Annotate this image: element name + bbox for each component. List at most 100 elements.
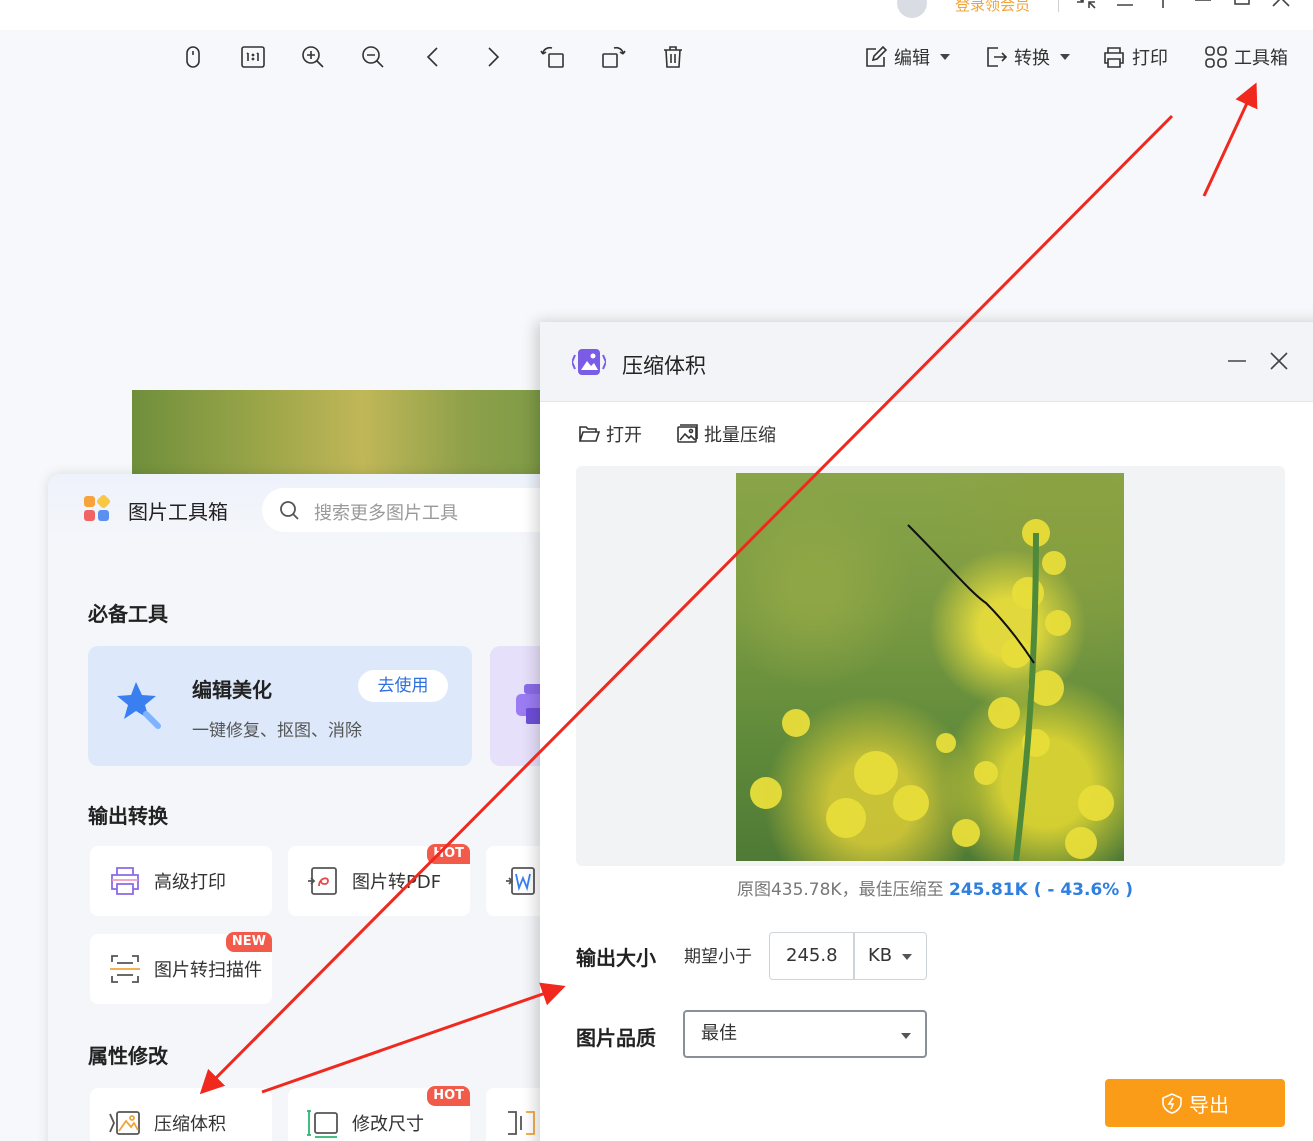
- compress-dialog: 压缩体积 打开 批量压缩 原图435.78K，最佳压缩至 245.81K (-…: [540, 322, 1313, 1141]
- close-icon[interactable]: [1268, 350, 1290, 372]
- section-output-title: 输出转换: [88, 804, 168, 828]
- export-label: 导出: [1189, 1092, 1229, 1117]
- chevron-down-icon: [1060, 54, 1070, 60]
- word-icon: [504, 864, 538, 898]
- convert-icon: [987, 47, 1008, 67]
- resize-icon: [306, 1106, 340, 1140]
- user-avatar[interactable]: [897, 0, 927, 18]
- tool-label: 图片转PDF: [352, 872, 442, 893]
- expect-less-than-label: 期望小于: [684, 947, 752, 967]
- zoom-out-icon[interactable]: [358, 42, 388, 72]
- menu-icon[interactable]: [1114, 0, 1136, 14]
- original-size-text: 原图435.78K，最佳压缩至: [736, 880, 944, 900]
- tool-label: 压缩体积: [154, 1114, 226, 1135]
- resize-tool[interactable]: HOT 修改尺寸: [288, 1086, 470, 1141]
- unit-value: KB: [868, 945, 893, 966]
- close-icon[interactable]: [1270, 0, 1292, 14]
- new-badge: NEW: [225, 932, 272, 952]
- search-placeholder: 搜索更多图片工具: [314, 503, 458, 524]
- magic-wand-icon: [117, 682, 161, 729]
- next-icon[interactable]: [478, 42, 508, 72]
- unit-select[interactable]: KB: [853, 932, 927, 980]
- convert-menu-label: 转换: [1014, 48, 1050, 69]
- tool-label: 修改尺寸: [352, 1114, 424, 1135]
- mouse-icon[interactable]: [178, 42, 208, 72]
- scanner-icon: [108, 952, 142, 986]
- advanced-print-tool[interactable]: 高级打印: [90, 846, 272, 916]
- minimize-icon[interactable]: [1192, 0, 1214, 14]
- toolbox-title: 图片工具箱: [128, 500, 228, 524]
- image-toolbox-panel: 图片工具箱 搜索更多图片工具 必备工具 编辑美化 一键修复、抠图、消除 去使用 …: [48, 474, 548, 1141]
- compressed-size-text: 245.81K ( - 43.6% ): [949, 880, 1134, 900]
- convert-menu-button[interactable]: 转换: [984, 43, 1070, 71]
- edit-menu-label: 编辑: [894, 48, 930, 69]
- chevron-down-icon: [902, 954, 912, 960]
- compress-icon: [108, 1106, 142, 1140]
- arrow-to-toolbox: [1202, 82, 1258, 197]
- vip-login-link[interactable]: 登录领会员: [955, 0, 1030, 15]
- collapse-icon[interactable]: [1075, 0, 1097, 14]
- zoom-in-icon[interactable]: [298, 42, 328, 72]
- image-preview-area: [576, 466, 1285, 866]
- image-to-pdf-tool[interactable]: HOT 图片转PDF: [288, 844, 470, 916]
- viewer-toolbar: 编辑 转换 打印 工具箱: [0, 30, 1313, 86]
- edit-icon: [866, 45, 888, 67]
- quality-select[interactable]: 最佳: [683, 1010, 927, 1058]
- window-titlebar: 登录领会员: [0, 0, 1313, 30]
- delete-icon[interactable]: [658, 42, 688, 72]
- quality-value: 最佳: [701, 1023, 737, 1044]
- quality-label: 图片品质: [576, 1026, 656, 1050]
- rotate-right-icon[interactable]: [598, 42, 628, 72]
- toolbox-label: 工具箱: [1234, 48, 1288, 69]
- chevron-down-icon: [940, 54, 950, 60]
- background-photo: [132, 390, 552, 480]
- hot-badge: HOT: [427, 1086, 470, 1106]
- open-file-button[interactable]: 打开: [578, 422, 642, 446]
- rotate-left-icon[interactable]: [538, 42, 568, 72]
- use-now-button[interactable]: 去使用: [358, 670, 448, 702]
- output-size-label: 输出大小: [576, 946, 656, 970]
- feature-title: 编辑美化: [192, 678, 272, 702]
- export-icon: [1162, 1093, 1182, 1114]
- tool-label: 图片转扫描件: [154, 960, 262, 981]
- dialog-header: 压缩体积: [540, 322, 1313, 402]
- compression-result: 原图435.78K，最佳压缩至 245.81K ( - 43.6% ): [540, 875, 1313, 900]
- edit-menu-button[interactable]: 编辑: [864, 43, 950, 71]
- target-size-input[interactable]: 245.8: [769, 932, 855, 980]
- compress-app-icon: [572, 349, 606, 375]
- pin-icon[interactable]: [1152, 0, 1174, 14]
- tool-label: 高级打印: [154, 872, 226, 893]
- open-label: 打开: [606, 425, 642, 446]
- print-button[interactable]: 打印: [1102, 43, 1168, 71]
- previous-icon[interactable]: [418, 42, 448, 72]
- chevron-down-icon: [901, 1033, 911, 1039]
- toolbox-button[interactable]: 工具箱: [1204, 43, 1288, 71]
- image-to-scan-tool[interactable]: NEW 图片转扫描件: [90, 932, 272, 1004]
- grid-icon: [1205, 46, 1227, 68]
- adjust-tool[interactable]: [486, 1088, 548, 1141]
- dialog-title: 压缩体积: [622, 354, 706, 378]
- preview-image: [736, 473, 1124, 861]
- hot-badge: HOT: [427, 844, 470, 864]
- edit-beautify-card[interactable]: 编辑美化 一键修复、抠图、消除 去使用: [88, 646, 472, 766]
- toolbox-header: 图片工具箱 搜索更多图片工具: [48, 474, 548, 546]
- compress-size-tool[interactable]: 压缩体积: [90, 1088, 272, 1141]
- search-icon: [280, 501, 299, 520]
- image-to-word-tool[interactable]: [486, 846, 548, 916]
- flower-photo: [750, 519, 1114, 861]
- print-label: 打印: [1132, 48, 1168, 69]
- export-button[interactable]: 导出: [1105, 1079, 1285, 1127]
- feature-subtitle: 一键修复、抠图、消除: [192, 721, 362, 741]
- printer-icon: [108, 864, 142, 898]
- minimize-icon[interactable]: [1226, 350, 1248, 372]
- batch-compress-button[interactable]: 批量压缩: [676, 422, 776, 446]
- images-icon: [677, 424, 698, 443]
- maximize-icon[interactable]: [1231, 0, 1253, 14]
- toolbox-search-input[interactable]: 搜索更多图片工具: [262, 488, 548, 532]
- actual-size-icon[interactable]: [238, 42, 268, 72]
- pdf-icon: [306, 864, 340, 898]
- section-essential-title: 必备工具: [88, 602, 168, 626]
- titlebar-divider: [1058, 0, 1059, 12]
- toolbox-logo-icon: [84, 493, 112, 522]
- printer-icon: [1104, 47, 1124, 68]
